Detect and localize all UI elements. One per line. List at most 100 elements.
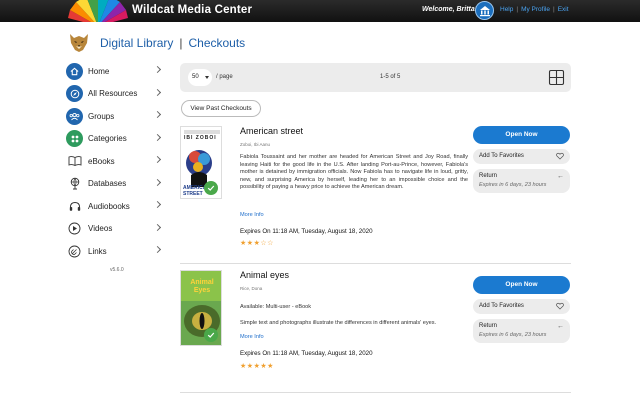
- add-to-favorites-label: Add To Favorites: [479, 303, 524, 309]
- per-page-select[interactable]: 50: [188, 69, 212, 86]
- open-now-button[interactable]: Open Now: [473, 276, 570, 294]
- sidebar-item-categories[interactable]: Categories: [66, 128, 166, 151]
- return-label: Return: [479, 173, 498, 179]
- welcome-message: Welcome, Britta!: [422, 6, 478, 13]
- chevron-right-icon: [153, 65, 162, 74]
- return-button[interactable]: Return ← Expires in 6 days, 23 hours: [473, 319, 570, 343]
- home-icon: [66, 62, 83, 80]
- sidebar: Home All Resources Groups Categories eBo…: [66, 60, 166, 263]
- more-info-link[interactable]: More Info: [240, 334, 264, 340]
- categories-icon: [66, 130, 83, 148]
- cover-author-text: IBI ZOBOI: [184, 135, 217, 141]
- chevron-right-icon: [153, 88, 162, 96]
- item-divider: [180, 392, 571, 393]
- sidebar-item-label: All Resources: [88, 89, 138, 99]
- grid-view-button[interactable]: [548, 69, 565, 86]
- expires-on: Expires On 11:18 AM, Tuesday, August 18,…: [240, 350, 373, 357]
- sidebar-item-ebooks[interactable]: eBooks: [66, 150, 166, 173]
- link-separator: |: [552, 6, 555, 13]
- chevron-right-icon: [153, 155, 162, 164]
- chevron-right-icon: [153, 133, 162, 141]
- star-filled-icon: ★: [240, 240, 247, 247]
- link-icon: [66, 242, 83, 260]
- results-range: 1-5 of 5: [380, 74, 401, 80]
- expires-on: Expires On 11:18 AM, Tuesday, August 18,…: [240, 228, 373, 235]
- more-info-link[interactable]: More Info: [240, 212, 264, 218]
- book-author: Zoboi, Ibi Aanu: [240, 142, 271, 147]
- sidebar-item-databases[interactable]: Databases: [66, 173, 166, 196]
- return-arrow-icon: ←: [557, 173, 564, 180]
- play-icon: [66, 220, 83, 238]
- my-profile-link[interactable]: My Profile: [521, 6, 550, 13]
- sidebar-item-groups[interactable]: Groups: [66, 105, 166, 128]
- sidebar-item-home[interactable]: Home: [66, 60, 166, 83]
- link-separator: |: [516, 6, 519, 13]
- return-button[interactable]: Return ← Expires in 6 days, 23 hours: [473, 169, 570, 193]
- logo-fan-icon: [68, 0, 128, 22]
- heart-icon: [556, 152, 564, 160]
- star-rating: ★★★☆☆: [240, 239, 274, 247]
- checked-out-check-icon: [204, 328, 218, 342]
- app-title: Wildcat Media Center: [132, 4, 253, 16]
- book-description: Simple text and photographs illustrate t…: [240, 320, 437, 326]
- sidebar-item-audiobooks[interactable]: Audiobooks: [66, 195, 166, 218]
- sidebar-item-label: Home: [88, 66, 110, 76]
- sidebar-item-links[interactable]: Links: [66, 240, 166, 263]
- per-page-label: / page: [216, 74, 233, 80]
- sidebar-item-videos[interactable]: Videos: [66, 218, 166, 241]
- star-rating: ★★★★★: [240, 362, 274, 370]
- user-account-button[interactable]: [475, 1, 494, 20]
- chevron-right-icon: [153, 200, 162, 209]
- return-expires-note: Expires in 6 days, 23 hours: [479, 182, 547, 188]
- heart-icon: [556, 302, 564, 310]
- headphones-icon: [66, 197, 83, 215]
- book-description: Fabiola Toussaint and her mother are hea…: [240, 154, 468, 191]
- library-icon: [480, 6, 490, 17]
- sidebar-item-label: Audiobooks: [88, 201, 130, 211]
- availability-text: Available: Multi-user - eBook: [240, 304, 312, 310]
- sidebar-item-label: Categories: [88, 134, 127, 144]
- compass-icon: [66, 85, 83, 103]
- breadcrumb: Digital Library | Checkouts: [100, 36, 245, 50]
- chevron-right-icon: [153, 245, 162, 254]
- star-filled-icon: ★: [267, 363, 274, 370]
- groups-icon: [66, 107, 83, 125]
- return-label: Return: [479, 323, 498, 329]
- chevron-right-icon: [153, 223, 162, 231]
- add-to-favorites-button[interactable]: Add To Favorites: [473, 149, 570, 164]
- book-icon: [66, 152, 83, 170]
- star-filled-icon: ★: [240, 363, 247, 370]
- sidebar-item-label: Links: [88, 246, 107, 256]
- star-filled-icon: ★: [246, 363, 254, 370]
- exit-link[interactable]: Exit: [558, 6, 569, 13]
- breadcrumb-digital-library[interactable]: Digital Library: [100, 36, 173, 50]
- sidebar-item-label: eBooks: [88, 156, 115, 166]
- book-cover-animal-eyes[interactable]: Animal Eyes: [180, 270, 222, 346]
- star-filled-icon: ★: [246, 240, 254, 247]
- breadcrumb-separator: |: [179, 36, 183, 50]
- version-label: v5.6.0: [110, 267, 124, 273]
- add-to-favorites-button[interactable]: Add To Favorites: [473, 299, 570, 314]
- help-link[interactable]: Help: [500, 6, 513, 13]
- cover-title-text: Animal Eyes: [190, 279, 214, 294]
- top-links: Help | My Profile | Exit: [500, 6, 571, 13]
- return-expires-note: Expires in 6 days, 23 hours: [479, 332, 547, 338]
- view-past-checkouts-button[interactable]: View Past Checkouts: [181, 100, 261, 117]
- per-page-value: 50: [192, 74, 199, 80]
- checked-out-check-icon: [204, 181, 218, 195]
- chevron-right-icon: [153, 178, 162, 186]
- sidebar-item-label: Databases: [88, 179, 127, 189]
- item-divider: [180, 263, 571, 264]
- sidebar-item-label: Groups: [88, 111, 115, 121]
- page-title: Checkouts: [188, 36, 246, 50]
- chevron-down-icon: [205, 76, 209, 79]
- results-toolbar: 50 / page 1-5 of 5: [180, 63, 571, 92]
- open-now-button[interactable]: Open Now: [473, 126, 570, 144]
- return-arrow-icon: ←: [557, 323, 564, 330]
- book-title[interactable]: American street: [240, 126, 303, 136]
- sidebar-item-all-resources[interactable]: All Resources: [66, 83, 166, 106]
- book-title[interactable]: Animal eyes: [240, 270, 289, 280]
- star-empty-icon: ☆: [267, 240, 274, 247]
- add-to-favorites-label: Add To Favorites: [479, 153, 524, 159]
- book-cover-american-street[interactable]: IBI ZOBOI AMERICAN STREET: [180, 126, 222, 199]
